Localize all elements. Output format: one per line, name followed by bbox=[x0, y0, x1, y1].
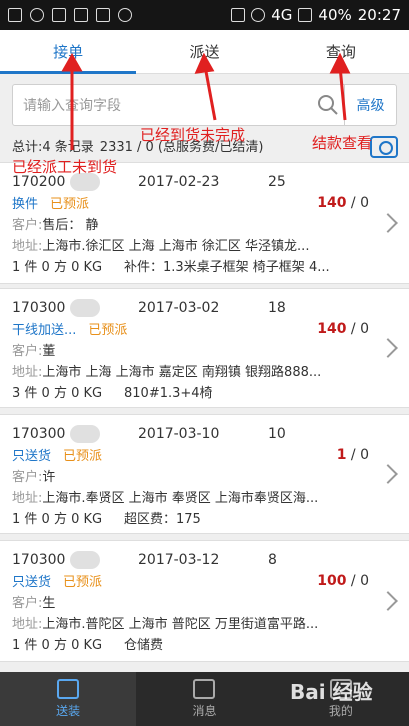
status-badge: 已预派 bbox=[63, 575, 103, 590]
service-type: 干线加送... bbox=[12, 323, 77, 338]
annotation-delivered: 已经到货未完成 bbox=[140, 126, 246, 144]
redacted-blur bbox=[69, 424, 100, 443]
customer-name: 董 bbox=[42, 344, 56, 359]
fee-amount: 140 / 0 bbox=[317, 194, 369, 211]
tab-bar: 接单 派送 查询 bbox=[0, 30, 409, 74]
address-label: 地址: bbox=[12, 365, 43, 380]
order-number: 170300 bbox=[12, 298, 138, 317]
search-input[interactable] bbox=[13, 85, 312, 125]
order-date: 2017-02-23 bbox=[138, 173, 220, 190]
nav-messages[interactable]: 消息 bbox=[136, 672, 272, 726]
baidu-watermark: Bai 经验 bbox=[290, 680, 373, 704]
order-qty: 10 bbox=[268, 425, 286, 442]
customer-label: 客户: bbox=[12, 344, 43, 359]
order-number: 170300 bbox=[12, 550, 138, 569]
order-number: 170300 bbox=[12, 424, 138, 443]
fee-amount: 1 / 0 bbox=[336, 446, 369, 463]
order-metrics: 1 件 0 方 0 KG bbox=[12, 512, 103, 527]
fee-amount: 140 / 0 bbox=[317, 320, 369, 337]
address-value: 上海市.奉贤区 上海市 奉贤区 上海市奉贤区海... bbox=[42, 491, 319, 506]
status-bar: 4G 40% 20:27 bbox=[0, 0, 409, 30]
order-card[interactable]: 170300 2017-03-10 10 只送货 已预派 1 / 0 客户: 许… bbox=[0, 414, 409, 534]
document-icon bbox=[96, 8, 110, 22]
order-date: 2017-03-12 bbox=[138, 551, 220, 568]
redacted-blur bbox=[69, 298, 100, 317]
order-extra: 810#1.3+4椅 bbox=[124, 386, 213, 401]
customer-name: 生 bbox=[42, 596, 56, 611]
status-badge: 已预派 bbox=[63, 449, 103, 464]
address-value: 上海市 上海 上海市 嘉定区 南翔镇 银翔路888... bbox=[42, 365, 322, 380]
chat-bubble-icon bbox=[193, 679, 216, 699]
order-extra: 仓储费 bbox=[124, 638, 164, 653]
order-metrics: 1 件 0 方 0 KG bbox=[12, 260, 103, 275]
order-metrics: 1 件 0 方 0 KG bbox=[12, 638, 103, 653]
annotation-dispatched: 已经派工未到货 bbox=[12, 158, 118, 176]
search-notification-icon bbox=[30, 8, 44, 22]
order-extra: 补件：1.3米桌子框架 椅子框架 4... bbox=[124, 260, 330, 275]
nfc-icon bbox=[231, 8, 246, 22]
order-date: 2017-03-02 bbox=[138, 299, 220, 316]
record-count: 总计:4 条记录 bbox=[12, 140, 94, 155]
order-card[interactable]: 170300 2017-03-02 18 干线加送... 已预派 140 / 0… bbox=[0, 288, 409, 408]
customer-name: 许 bbox=[42, 470, 56, 485]
order-qty: 18 bbox=[268, 299, 286, 316]
customer-label: 客户: bbox=[12, 470, 43, 485]
order-qty: 8 bbox=[268, 551, 277, 568]
document-list-icon bbox=[57, 679, 80, 699]
address-value: 上海市.徐汇区 上海 上海市 徐汇区 华泾镇龙... bbox=[42, 239, 310, 254]
battery-level: 40% bbox=[318, 6, 352, 24]
service-type: 只送货 bbox=[12, 449, 52, 464]
search-bar: 高级 bbox=[12, 84, 397, 126]
redacted-blur bbox=[69, 550, 100, 569]
image-icon bbox=[52, 8, 66, 22]
cloud-icon bbox=[118, 8, 132, 22]
clock: 20:27 bbox=[357, 6, 401, 24]
annotation-settled: 结款查看 bbox=[312, 134, 373, 152]
address-label: 地址: bbox=[12, 239, 43, 254]
status-badge: 已预派 bbox=[88, 323, 128, 338]
wifi-icon bbox=[251, 8, 266, 22]
nav-delivery-install[interactable]: 送装 bbox=[0, 672, 137, 726]
status-badge: 已预派 bbox=[50, 197, 90, 212]
service-type: 只送货 bbox=[12, 575, 52, 590]
order-metrics: 3 件 0 方 0 KG bbox=[12, 386, 103, 401]
tab-query[interactable]: 查询 bbox=[273, 30, 409, 73]
address-label: 地址: bbox=[12, 617, 43, 632]
customer-label: 客户: bbox=[12, 596, 43, 611]
camera-icon[interactable] bbox=[370, 136, 398, 158]
nav-label: 送装 bbox=[56, 704, 81, 718]
search-icon[interactable] bbox=[312, 89, 344, 121]
customer-name: 售后： 静 bbox=[42, 218, 99, 233]
network-type: 4G bbox=[271, 6, 293, 24]
battery-icon bbox=[298, 8, 313, 22]
address-label: 地址: bbox=[12, 491, 43, 506]
nav-label: 消息 bbox=[192, 704, 217, 718]
system-icons: 4G 40% 20:27 bbox=[231, 6, 401, 24]
order-qty: 25 bbox=[268, 173, 286, 190]
order-date: 2017-03-10 bbox=[138, 425, 220, 442]
tab-delivery[interactable]: 派送 bbox=[136, 30, 272, 73]
order-extra: 超区费：175 bbox=[124, 512, 201, 527]
service-type: 换件 bbox=[12, 197, 39, 212]
screenshot-icon bbox=[8, 8, 22, 22]
customer-label: 客户: bbox=[12, 218, 43, 233]
order-card[interactable]: 170200 2017-02-23 25 换件 已预派 140 / 0 客户: … bbox=[0, 162, 409, 284]
fee-amount: 100 / 0 bbox=[317, 572, 369, 589]
order-card[interactable]: 170300 2017-03-12 8 只送货 已预派 100 / 0 客户: … bbox=[0, 540, 409, 662]
tab-accept-orders[interactable]: 接单 bbox=[0, 30, 137, 74]
address-value: 上海市.普陀区 上海市 普陀区 万里街道富平路... bbox=[42, 617, 319, 632]
advanced-search-button[interactable]: 高级 bbox=[344, 85, 396, 125]
notification-icons bbox=[8, 8, 132, 22]
mail-icon bbox=[74, 8, 88, 22]
